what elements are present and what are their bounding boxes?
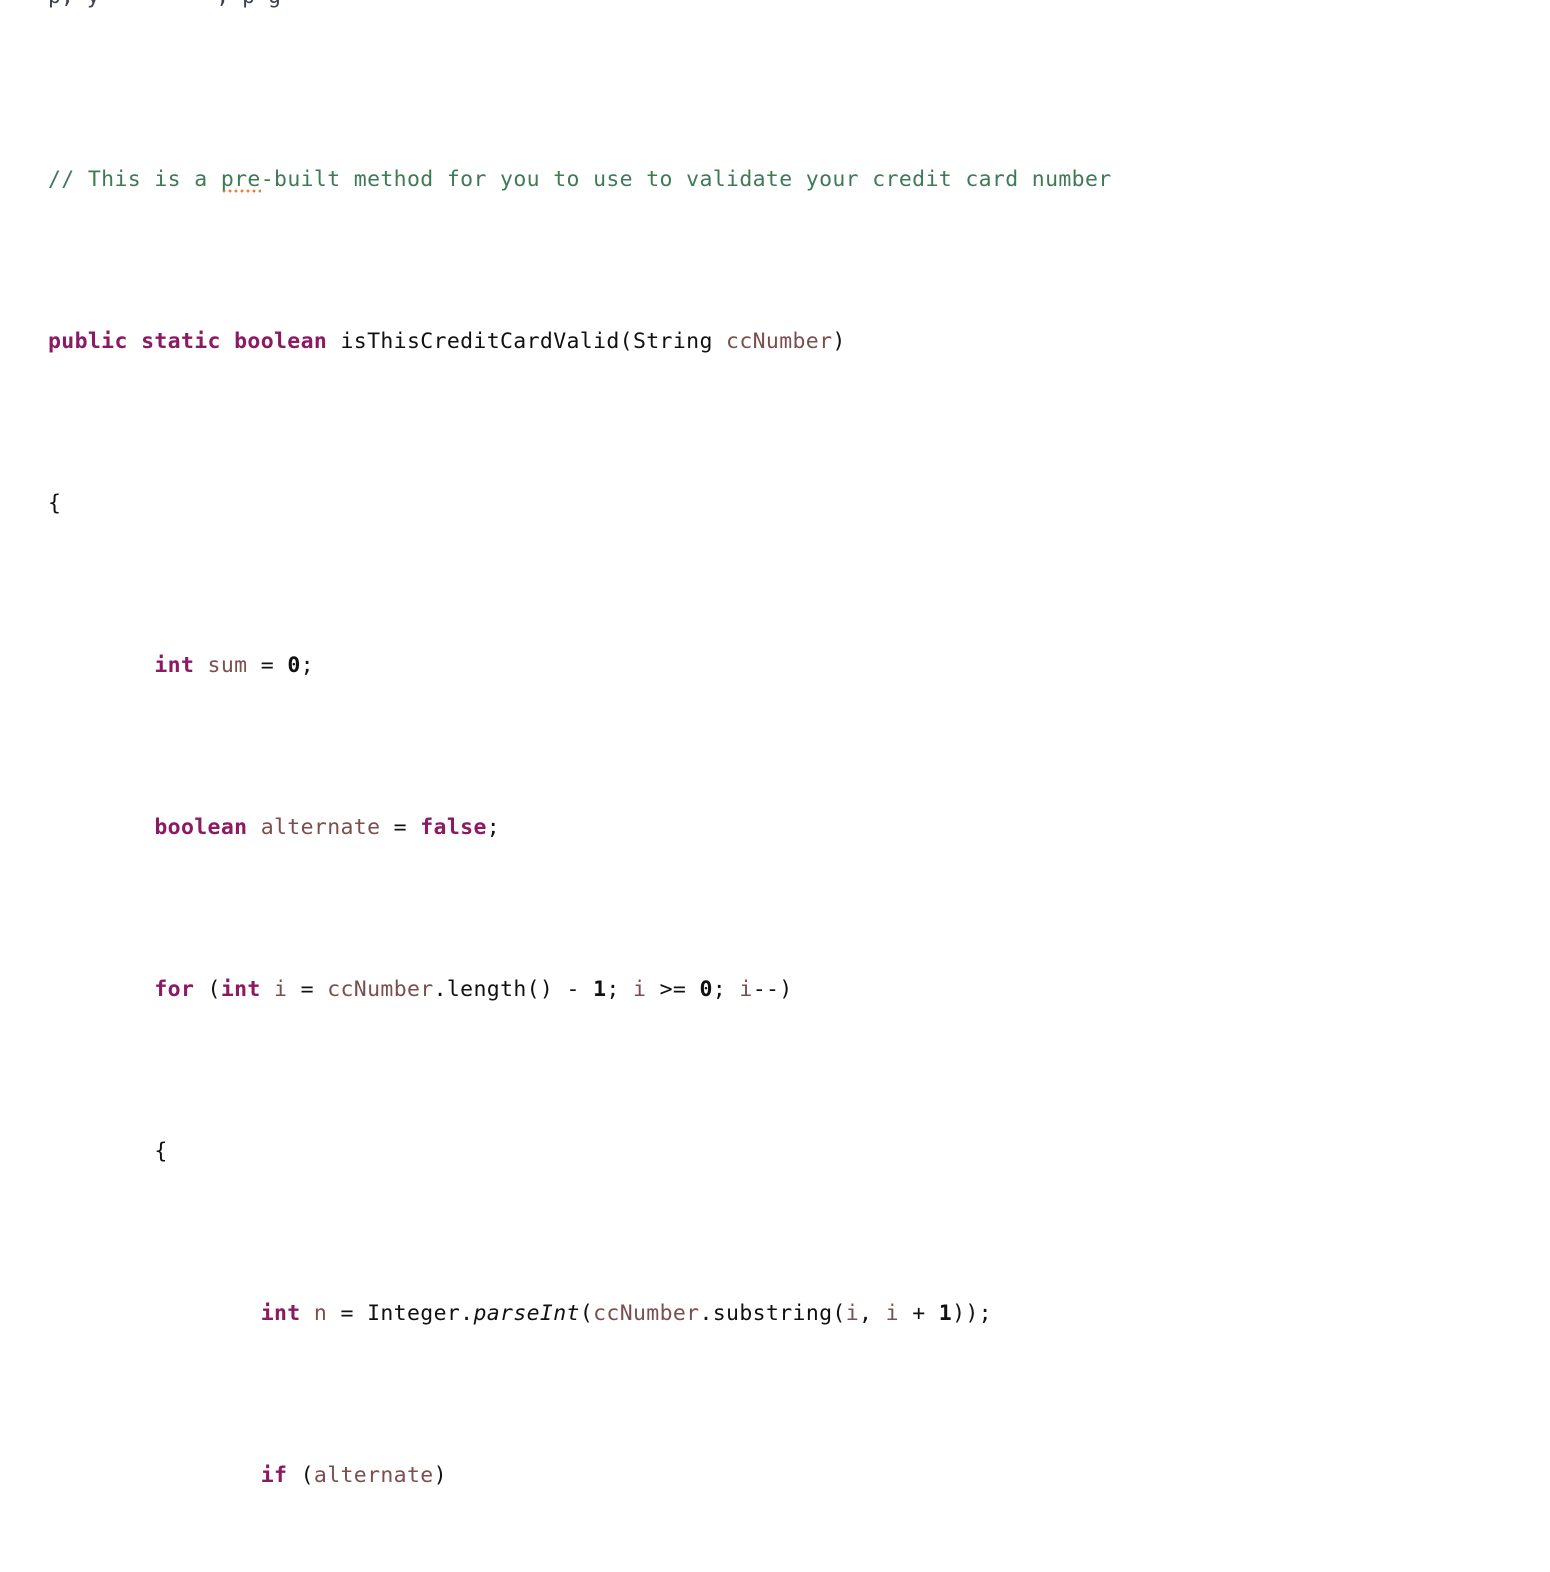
operator-assign: =	[327, 1300, 368, 1326]
paren-close: )	[832, 328, 846, 354]
method-name: isThisCreditCardValid(	[340, 328, 633, 354]
variable-i: i	[845, 1300, 860, 1326]
number-literal: 1	[938, 1300, 953, 1326]
brace-open: {	[48, 490, 62, 516]
static-method-parseint: parseInt	[473, 1300, 580, 1326]
code-line-for-header: for (int i = ccNumber.length() - 1; i >=…	[48, 974, 1112, 1006]
paren-close: )	[433, 1462, 447, 1488]
code-line-brace-method-open: {	[48, 488, 1112, 520]
paren-close: ));	[952, 1300, 992, 1326]
keyword-boolean: boolean	[154, 814, 248, 840]
java-code-listing: p, y , p g // This is a pre-built method…	[0, 0, 1550, 1488]
comment-slashes: //	[48, 166, 88, 192]
code-line-signature: public static boolean isThisCreditCardVa…	[48, 326, 1112, 358]
operator-decrement: --)	[752, 976, 793, 1002]
code-line-brace-for-open: {	[48, 1136, 1112, 1168]
keyword-boolean: boolean	[234, 328, 328, 354]
semicolon: ;	[606, 976, 634, 1002]
semicolon: ;	[300, 652, 314, 678]
paren-open: (	[194, 976, 221, 1002]
operator-assign: =	[247, 652, 288, 678]
code-line-parseint: int n = Integer.parseInt(ccNumber.substr…	[48, 1298, 1112, 1330]
operator-plus: +	[898, 1300, 939, 1326]
variable-sum: sum	[207, 652, 248, 678]
variable-i: i	[739, 976, 753, 1002]
variable-alternate: alternate	[313, 1462, 434, 1488]
variable-ccnumber: ccNumber	[593, 1300, 700, 1326]
keyword-int: int	[154, 652, 195, 678]
number-literal: 0	[699, 976, 713, 1002]
variable-i: i	[885, 1300, 899, 1326]
code-line-alternate-declaration: boolean alternate = false;	[48, 812, 1112, 844]
paren-open: (	[287, 1462, 314, 1488]
keyword-int: int	[260, 1300, 301, 1326]
operator-minus: -	[553, 976, 594, 1002]
spellcheck-flagged-word[interactable]: pre	[220, 166, 261, 195]
code-line-comment: // This is a pre-built method for you to…	[48, 164, 1112, 196]
comment-text-after: -built method for you to use to validate…	[260, 166, 1112, 192]
variable-i: i	[633, 976, 647, 1002]
semicolon: ;	[712, 976, 740, 1002]
variable-ccnumber: ccNumber	[327, 976, 434, 1002]
keyword-static: static	[141, 328, 221, 354]
method-call-length: .length()	[433, 976, 554, 1002]
class-integer: Integer.	[367, 1300, 474, 1326]
number-literal: 1	[593, 976, 607, 1002]
comment-text-before: This is a	[87, 166, 221, 192]
method-call-substring: .substring(	[699, 1300, 846, 1326]
comma: ,	[859, 1300, 886, 1326]
operator-gte: >=	[646, 976, 700, 1002]
keyword-public: public	[48, 328, 128, 354]
number-literal: 0	[287, 652, 301, 678]
brace-open: {	[154, 1138, 168, 1164]
keyword-for: for	[154, 976, 195, 1002]
type-string: String	[632, 328, 713, 354]
operator-assign: =	[287, 976, 328, 1002]
variable-n: n	[313, 1300, 328, 1326]
paren-open: (	[579, 1300, 594, 1326]
clipped-previous-line: p, y , p g	[48, 0, 281, 12]
keyword-int: int	[220, 976, 261, 1002]
keyword-if: if	[260, 1462, 288, 1488]
operator-assign: =	[380, 814, 421, 840]
variable-alternate: alternate	[260, 814, 381, 840]
param-ccnumber: ccNumber	[726, 328, 833, 354]
code-line-sum-declaration: int sum = 0;	[48, 650, 1112, 682]
semicolon: ;	[486, 814, 501, 840]
keyword-false: false	[420, 814, 487, 840]
variable-i: i	[274, 976, 288, 1002]
code-line-if-alternate: if (alternate)	[48, 1460, 1112, 1492]
code-block[interactable]: // This is a pre-built method for you to…	[48, 34, 1112, 1572]
